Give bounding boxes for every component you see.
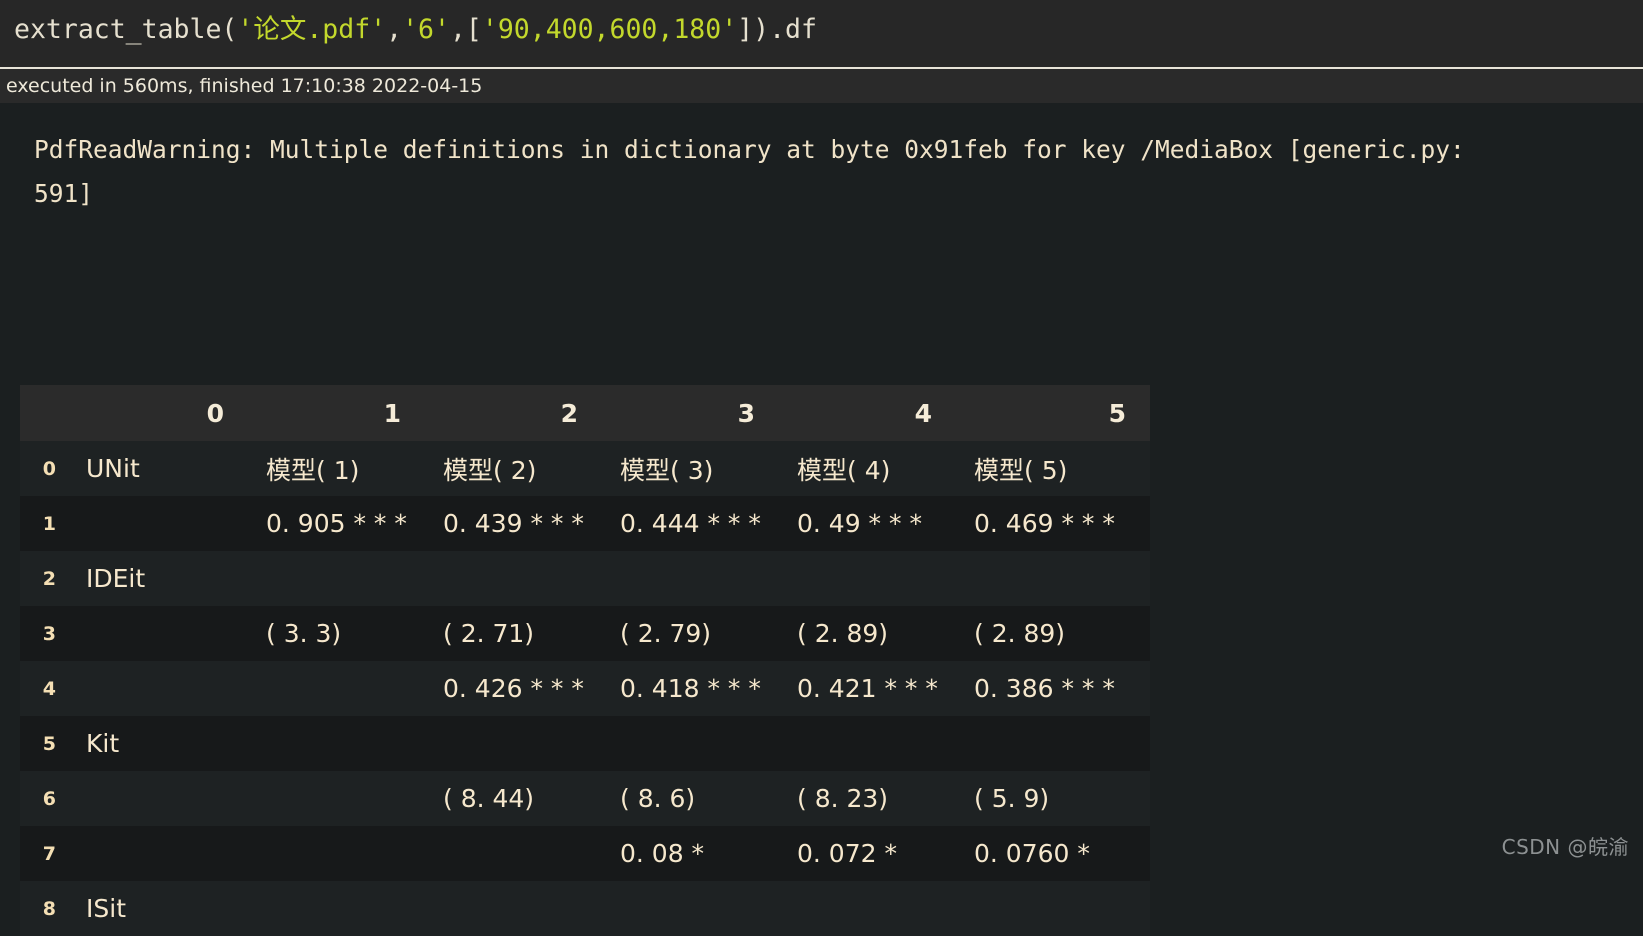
cell-r0-c5: 模型( 5) — [974, 455, 1068, 485]
table-row: 7 0. 08 * 0. 072 * 0. 0760 * — [20, 826, 1150, 881]
cell-r3-c2: ( 2. 71) — [443, 619, 535, 648]
cell-r5-c0: Kit — [86, 729, 120, 758]
column-header-2[interactable]: 2 — [425, 385, 602, 441]
table-row: 6 ( 8. 44) ( 8. 6) ( 8. 23) ( 5. 9) — [20, 771, 1150, 826]
row-index: 4 — [42, 677, 56, 700]
row-index: 3 — [42, 622, 56, 645]
cell-r8-c4 — [779, 881, 956, 936]
code-token-call: extract_table( — [14, 14, 238, 45]
cell-r1-c5: 0. 469 * * * — [974, 509, 1115, 538]
code-token-filename-string: '论文.pdf' — [237, 14, 387, 45]
cell-r8-c5 — [956, 881, 1150, 936]
cell-output-area: PdfReadWarning: Multiple definitions in … — [0, 103, 1643, 936]
dataframe-header: 0 1 2 3 4 5 — [20, 385, 1150, 441]
cell-r5-c2 — [425, 716, 602, 771]
code-token-tail: ]).df — [737, 14, 817, 45]
table-row: 5 Kit — [20, 716, 1150, 771]
cell-r2-c0: IDEit — [86, 564, 146, 593]
cell-r7-c3: 0. 08 * — [620, 839, 705, 868]
cell-r0-c4: 模型( 4) — [797, 455, 891, 485]
cell-r5-c1 — [248, 716, 425, 771]
row-index: 2 — [42, 567, 56, 590]
dataframe-container: 0 1 2 3 4 5 0 UNit 模型( 1) 模型( 2) 模型( 3) — [20, 385, 1150, 936]
table-row: 2 IDEit — [20, 551, 1150, 606]
cell-r0-c1: 模型( 1) — [266, 455, 360, 485]
column-header-1[interactable]: 1 — [248, 385, 425, 441]
column-header-0[interactable]: 0 — [68, 385, 248, 441]
table-row: 8 ISit — [20, 881, 1150, 936]
cell-r8-c2 — [425, 881, 602, 936]
column-header-5[interactable]: 5 — [956, 385, 1150, 441]
cell-r4-c0 — [68, 661, 248, 716]
cell-r2-c1 — [248, 551, 425, 606]
dataframe-table: 0 1 2 3 4 5 0 UNit 模型( 1) 模型( 2) 模型( 3) — [20, 385, 1150, 936]
column-header-3[interactable]: 3 — [602, 385, 779, 441]
cell-r7-c4: 0. 072 * — [797, 839, 897, 868]
code-token-page-string: '6' — [402, 14, 450, 45]
cell-r3-c0 — [68, 606, 248, 661]
dataframe-index-header — [20, 385, 68, 441]
cell-r0-c3: 模型( 3) — [620, 455, 714, 485]
table-row: 3 ( 3. 3) ( 2. 71) ( 2. 79) ( 2. 89) ( 2… — [20, 606, 1150, 661]
cell-r2-c5 — [956, 551, 1150, 606]
code-token-comma-1: , — [386, 14, 403, 45]
code-token-bracket-open: ,[ — [449, 14, 482, 45]
cell-r4-c1 — [248, 661, 425, 716]
row-index: 0 — [42, 457, 56, 480]
code-input-cell[interactable]: extract_table('论文.pdf','6',['90,400,600,… — [0, 0, 1643, 69]
row-index: 8 — [42, 897, 56, 920]
notebook-cell-output: extract_table('论文.pdf','6',['90,400,600,… — [0, 0, 1643, 936]
cell-r6-c2: ( 8. 44) — [443, 784, 535, 813]
cell-r3-c4: ( 2. 89) — [797, 619, 889, 648]
cell-r3-c1: ( 3. 3) — [266, 619, 342, 648]
row-index: 1 — [42, 512, 56, 535]
cell-r7-c1 — [248, 826, 425, 881]
cell-r8-c3 — [602, 881, 779, 936]
cell-r5-c4 — [779, 716, 956, 771]
row-index: 5 — [42, 732, 56, 755]
cell-r1-c2: 0. 439 * * * — [443, 509, 584, 538]
cell-r1-c0 — [68, 496, 248, 551]
cell-r3-c3: ( 2. 79) — [620, 619, 712, 648]
cell-r7-c2 — [425, 826, 602, 881]
csdn-watermark: CSDN @皖渝 — [1501, 835, 1629, 859]
cell-r6-c0 — [68, 771, 248, 826]
cell-r2-c2 — [425, 551, 602, 606]
cell-r6-c4: ( 8. 23) — [797, 784, 889, 813]
execution-status-bar: executed in 560ms, finished 17:10:38 202… — [0, 69, 1643, 103]
table-row: 0 UNit 模型( 1) 模型( 2) 模型( 3) 模型( 4) 模型( 5… — [20, 441, 1150, 496]
cell-r5-c3 — [602, 716, 779, 771]
cell-r4-c4: 0. 421 * * * — [797, 674, 938, 703]
pdf-read-warning-text: PdfReadWarning: Multiple definitions in … — [34, 135, 1465, 208]
table-row: 4 0. 426 * * * 0. 418 * * * 0. 421 * * *… — [20, 661, 1150, 716]
row-index: 7 — [42, 842, 56, 865]
cell-r5-c5 — [956, 716, 1150, 771]
cell-r4-c5: 0. 386 * * * — [974, 674, 1115, 703]
cell-r7-c5: 0. 0760 * — [974, 839, 1090, 868]
dataframe-header-row: 0 1 2 3 4 5 — [20, 385, 1150, 441]
execution-status-text: executed in 560ms, finished 17:10:38 202… — [6, 75, 483, 97]
cell-r6-c1 — [248, 771, 425, 826]
cell-r4-c2: 0. 426 * * * — [443, 674, 584, 703]
cell-r7-c0 — [68, 826, 248, 881]
cell-r6-c5: ( 5. 9) — [974, 784, 1050, 813]
cell-r0-c0: UNit — [86, 454, 140, 483]
code-line: extract_table('论文.pdf','6',['90,400,600,… — [14, 13, 1643, 47]
column-header-4[interactable]: 4 — [779, 385, 956, 441]
code-token-bbox-string: '90,400,600,180' — [481, 14, 738, 45]
cell-r4-c3: 0. 418 * * * — [620, 674, 761, 703]
cell-r2-c3 — [602, 551, 779, 606]
cell-r1-c1: 0. 905 * * * — [266, 509, 407, 538]
cell-r0-c2: 模型( 2) — [443, 455, 537, 485]
cell-r3-c5: ( 2. 89) — [974, 619, 1066, 648]
dataframe-body: 0 UNit 模型( 1) 模型( 2) 模型( 3) 模型( 4) 模型( 5… — [20, 441, 1150, 936]
row-index: 6 — [42, 787, 56, 810]
cell-r6-c3: ( 8. 6) — [620, 784, 696, 813]
cell-r8-c1 — [248, 881, 425, 936]
cell-r1-c4: 0. 49 * * * — [797, 509, 922, 538]
table-row: 1 0. 905 * * * 0. 439 * * * 0. 444 * * *… — [20, 496, 1150, 551]
cell-r1-c3: 0. 444 * * * — [620, 509, 761, 538]
cell-r8-c0: ISit — [86, 894, 126, 923]
cell-r2-c4 — [779, 551, 956, 606]
